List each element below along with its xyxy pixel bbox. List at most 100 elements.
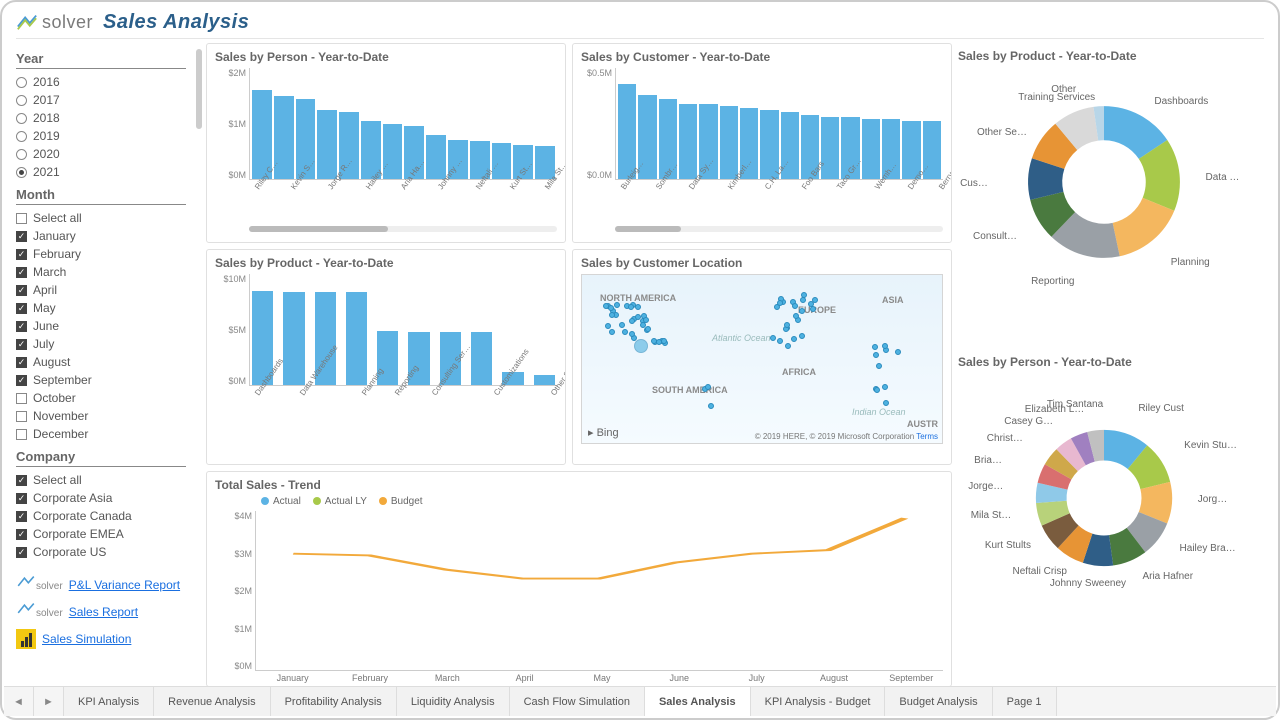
- map-point[interactable]: [876, 363, 882, 369]
- map-point[interactable]: [705, 384, 711, 390]
- map-point[interactable]: [791, 336, 797, 342]
- sheet-tab[interactable]: Cash Flow Simulation: [510, 687, 645, 716]
- bar[interactable]: [283, 292, 304, 385]
- month-option[interactable]: June: [16, 317, 198, 335]
- map-point[interactable]: [883, 400, 889, 406]
- map-point[interactable]: [645, 326, 651, 332]
- month-option[interactable]: March: [16, 263, 198, 281]
- header: solver Sales Analysis: [2, 2, 1278, 38]
- scrollbar-person[interactable]: [249, 226, 557, 232]
- map-point[interactable]: [895, 349, 901, 355]
- map-point[interactable]: [708, 403, 714, 409]
- map-terms-link[interactable]: Terms: [916, 432, 938, 441]
- month-option[interactable]: August: [16, 353, 198, 371]
- map-point[interactable]: [628, 304, 634, 310]
- company-option[interactable]: Corporate Asia: [16, 489, 198, 507]
- map-point[interactable]: [872, 344, 878, 350]
- bar[interactable]: [346, 292, 367, 385]
- bar[interactable]: [679, 104, 697, 179]
- month-option[interactable]: May: [16, 299, 198, 317]
- bar[interactable]: [862, 119, 880, 179]
- year-option[interactable]: 2019: [16, 127, 198, 145]
- map-point[interactable]: [793, 313, 799, 319]
- month-option[interactable]: October: [16, 389, 198, 407]
- scrollbar-customer[interactable]: [615, 226, 943, 232]
- map-point[interactable]: [882, 343, 888, 349]
- month-option[interactable]: April: [16, 281, 198, 299]
- tab-scroll-left[interactable]: ◄: [4, 687, 34, 716]
- page-title: Sales Analysis: [103, 11, 249, 34]
- map-point[interactable]: [629, 331, 635, 337]
- map-point[interactable]: [619, 322, 625, 328]
- bar[interactable]: [317, 110, 337, 179]
- map-point[interactable]: [777, 338, 783, 344]
- month-option[interactable]: December: [16, 425, 198, 443]
- map-point[interactable]: [614, 302, 620, 308]
- map-point[interactable]: [812, 297, 818, 303]
- map-point[interactable]: [770, 335, 776, 341]
- year-option[interactable]: 2016: [16, 73, 198, 91]
- map-point[interactable]: [799, 333, 805, 339]
- map-point[interactable]: [609, 312, 615, 318]
- bar[interactable]: [720, 106, 738, 179]
- map-point[interactable]: [801, 292, 807, 298]
- company-option[interactable]: Corporate US: [16, 543, 198, 561]
- bar[interactable]: [534, 375, 555, 385]
- solver-icon: solver: [16, 575, 63, 594]
- year-option[interactable]: 2020: [16, 145, 198, 163]
- sheet-tab[interactable]: Page 1: [993, 687, 1057, 716]
- solver-icon: solver: [16, 602, 63, 621]
- bar[interactable]: [471, 332, 492, 385]
- powerbi-icon: [16, 629, 36, 649]
- bar[interactable]: [426, 135, 446, 179]
- card-total-sales-trend: Total Sales - Trend Actual Actual LY Bud…: [206, 471, 952, 687]
- company-option[interactable]: Select all: [16, 471, 198, 489]
- year-option[interactable]: 2018: [16, 109, 198, 127]
- sheet-tab[interactable]: Sales Analysis: [645, 687, 751, 716]
- month-option[interactable]: February: [16, 245, 198, 263]
- map-point[interactable]: [635, 304, 641, 310]
- map-point[interactable]: [874, 387, 880, 393]
- map-point[interactable]: [873, 352, 879, 358]
- report-link[interactable]: Sales Simulation: [42, 632, 131, 646]
- company-option[interactable]: Corporate Canada: [16, 507, 198, 525]
- trend-legend: Actual Actual LY Budget: [261, 496, 943, 507]
- filter-month-label: Month: [16, 187, 198, 202]
- map-point[interactable]: [882, 384, 888, 390]
- sidebar-scrollbar[interactable]: [196, 49, 202, 129]
- map-point[interactable]: [622, 329, 628, 335]
- map[interactable]: NORTH AMERICA EUROPE ASIA AFRICA SOUTH A…: [581, 274, 943, 444]
- sheet-tab[interactable]: Revenue Analysis: [154, 687, 270, 716]
- filter-company-label: Company: [16, 449, 198, 464]
- year-option[interactable]: 2017: [16, 91, 198, 109]
- month-option[interactable]: Select all: [16, 209, 198, 227]
- map-point[interactable]: [777, 300, 783, 306]
- sheet-tab[interactable]: Profitability Analysis: [271, 687, 397, 716]
- sheet-tab[interactable]: KPI Analysis - Budget: [751, 687, 886, 716]
- sheet-tab[interactable]: Liquidity Analysis: [397, 687, 510, 716]
- month-option[interactable]: November: [16, 407, 198, 425]
- sheet-tab[interactable]: Budget Analysis: [885, 687, 992, 716]
- report-link[interactable]: P&L Variance Report: [69, 578, 180, 592]
- month-option[interactable]: July: [16, 335, 198, 353]
- map-point[interactable]: [609, 329, 615, 335]
- year-option[interactable]: 2021: [16, 163, 198, 181]
- map-point[interactable]: [643, 317, 649, 323]
- card-customer-location-map: Sales by Customer Location NORTH AMERICA…: [572, 249, 952, 465]
- card-sales-by-product-bar: Sales by Product - Year-to-Date $10M$5M$…: [206, 249, 566, 465]
- tab-scroll-right[interactable]: ►: [34, 687, 64, 716]
- map-point[interactable]: [810, 306, 816, 312]
- card-sales-by-customer: Sales by Customer - Year-to-Date $0.5M$0…: [572, 43, 952, 243]
- map-point[interactable]: [661, 338, 667, 344]
- card-sales-by-product-donut: Sales by Product - Year-to-Date Dashboar…: [958, 43, 1258, 343]
- card-sales-by-person: Sales by Person - Year-to-Date $2M$1M$0M…: [206, 43, 566, 243]
- sheet-tab[interactable]: KPI Analysis: [64, 687, 154, 716]
- map-point[interactable]: [785, 343, 791, 349]
- report-link[interactable]: Sales Report: [69, 605, 138, 619]
- filter-year-label: Year: [16, 51, 198, 66]
- month-option[interactable]: September: [16, 371, 198, 389]
- bar[interactable]: [821, 117, 839, 179]
- month-option[interactable]: January: [16, 227, 198, 245]
- company-option[interactable]: Corporate EMEA: [16, 525, 198, 543]
- map-point[interactable]: [629, 318, 635, 324]
